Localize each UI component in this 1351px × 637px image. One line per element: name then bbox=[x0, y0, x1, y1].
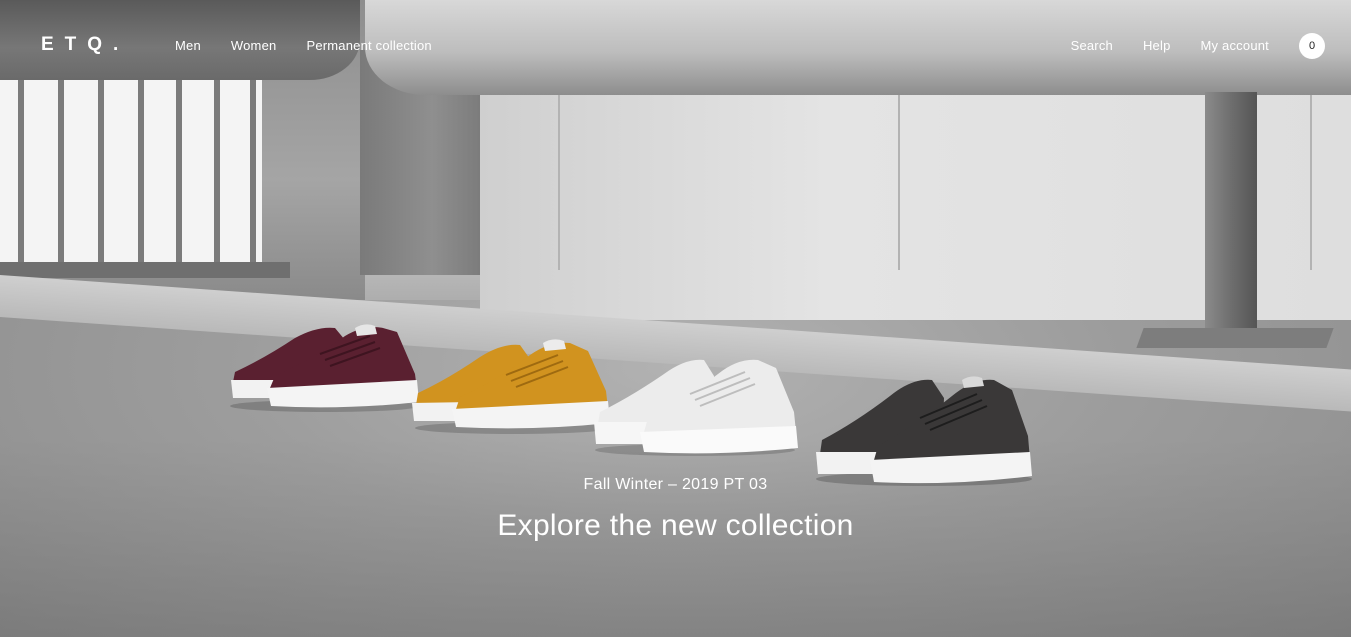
window-bar bbox=[18, 78, 24, 273]
sneaker-mustard bbox=[412, 339, 611, 434]
wall-panel-line bbox=[558, 80, 560, 270]
nav-link-women[interactable]: Women bbox=[231, 38, 277, 53]
window-bar bbox=[214, 78, 220, 273]
cart-button[interactable]: 0 bbox=[1299, 33, 1325, 59]
sneaker-charcoal bbox=[816, 376, 1032, 486]
window-bar bbox=[250, 78, 256, 273]
nav-link-permanent-collection[interactable]: Permanent collection bbox=[306, 38, 431, 53]
wall-panel-line bbox=[1310, 80, 1312, 270]
nav-link-search[interactable]: Search bbox=[1071, 38, 1113, 53]
window-background bbox=[0, 78, 262, 276]
window-bar bbox=[138, 78, 144, 273]
steel-post-base bbox=[1136, 328, 1334, 348]
site-header: ETQ. Men Women Permanent collection Sear… bbox=[0, 0, 1351, 90]
utility-nav: Search Help My account bbox=[1071, 38, 1269, 53]
window-bar bbox=[98, 78, 104, 273]
steel-post bbox=[1205, 92, 1257, 340]
window-bar bbox=[176, 78, 182, 273]
nav-link-help[interactable]: Help bbox=[1143, 38, 1171, 53]
wall-panel-line bbox=[898, 80, 900, 270]
primary-nav: Men Women Permanent collection bbox=[175, 38, 432, 53]
nav-link-men[interactable]: Men bbox=[175, 38, 201, 53]
sneaker-white bbox=[594, 359, 798, 456]
cart-count: 0 bbox=[1308, 40, 1316, 52]
window-bar bbox=[58, 78, 64, 273]
hero-cta-title[interactable]: Explore the new collection bbox=[0, 509, 1351, 543]
brand-logo[interactable]: ETQ. bbox=[41, 34, 129, 56]
hero-subtitle: Fall Winter – 2019 PT 03 bbox=[583, 476, 768, 493]
nav-link-my-account[interactable]: My account bbox=[1201, 38, 1269, 53]
hero-banner[interactable]: ETQ. Men Women Permanent collection Sear… bbox=[0, 0, 1351, 637]
sneaker-burgundy bbox=[230, 324, 420, 412]
window-sill bbox=[0, 262, 290, 278]
